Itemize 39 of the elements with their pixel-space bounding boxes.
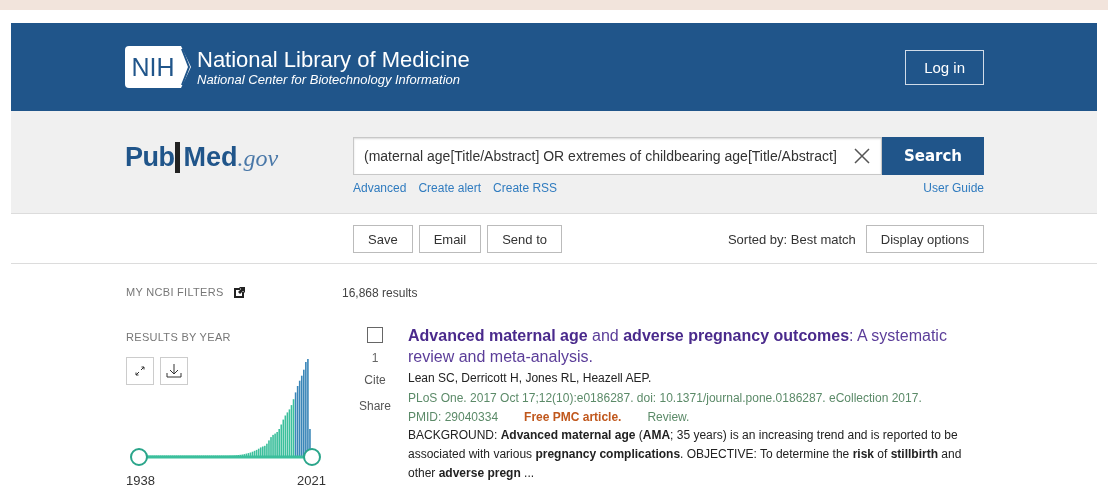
action-button[interactable]: Email xyxy=(418,225,482,253)
search-link[interactable]: Advanced xyxy=(353,181,407,195)
cite-link[interactable]: Cite xyxy=(364,373,386,387)
search-link[interactable]: Create RSS xyxy=(493,181,558,195)
filters-heading: MY NCBI FILTERS xyxy=(126,286,224,298)
action-button[interactable]: Send to xyxy=(487,225,562,253)
login-button[interactable]: Log in xyxy=(905,49,984,85)
pmid: PMID: 29040334 xyxy=(408,410,499,424)
result-citation: PLoS One. 2017 Oct 17;12(10):e0186287. doi: 10.1371/journal.pone.0186287. eCollection 2017. xyxy=(408,391,923,405)
free-article-label: Free PMC article. xyxy=(524,410,622,424)
search-link[interactable]: Create alert xyxy=(418,181,482,195)
year-label: 2021 xyxy=(297,473,326,488)
range-thumb[interactable] xyxy=(130,448,148,466)
result-title-link[interactable]: Advanced maternal age and adverse pregnancy outcomes: A systematic review and meta-analysis. xyxy=(408,325,984,367)
year-heading: RESULTS BY YEAR xyxy=(126,331,231,343)
action-button[interactable]: Save xyxy=(353,225,413,253)
result-number: 1 xyxy=(371,351,379,365)
result-authors: Lean SC, Derricott H, Jones RL, Heazell AEP. xyxy=(408,371,653,385)
expand-icon xyxy=(134,365,146,377)
share-link[interactable]: Share xyxy=(359,399,391,413)
search-field[interactable]: (maternal age[Title/Abstract] OR extremes of childbearing age[Title/Abstract] xyxy=(353,137,882,175)
download-button[interactable] xyxy=(160,357,188,385)
display-options-button[interactable]: Display options xyxy=(865,225,984,253)
download-icon xyxy=(166,363,182,379)
external-link-icon[interactable] xyxy=(233,286,245,298)
year-label: 1938 xyxy=(126,473,155,488)
result-snippet: BACKGROUND: Advanced maternal age (AMA; 35 years) is an increasing trend and is reported to be associated with various pregnancy complications. OBJECTIVE: To determine the risk of stillbirth and other adverse pregn ... xyxy=(408,427,963,482)
expand-button[interactable] xyxy=(126,357,154,385)
search-button[interactable]: Search xyxy=(882,137,984,175)
results-count: 16,868 results xyxy=(342,286,419,300)
article-type: Review. xyxy=(647,410,690,424)
logo-badge: NIH xyxy=(125,46,191,88)
range-thumb[interactable] xyxy=(303,448,321,466)
site-subtitle: National Center for Biotechnology Information xyxy=(197,71,462,87)
user-guide-link[interactable]: User Guide xyxy=(923,181,984,195)
sort-label: Sorted by: Best match xyxy=(727,231,856,247)
result-checkbox[interactable] xyxy=(367,327,383,343)
pubmed-logo: Pub Med.gov xyxy=(125,141,279,173)
site-title: National Library of Medicine xyxy=(197,47,470,72)
